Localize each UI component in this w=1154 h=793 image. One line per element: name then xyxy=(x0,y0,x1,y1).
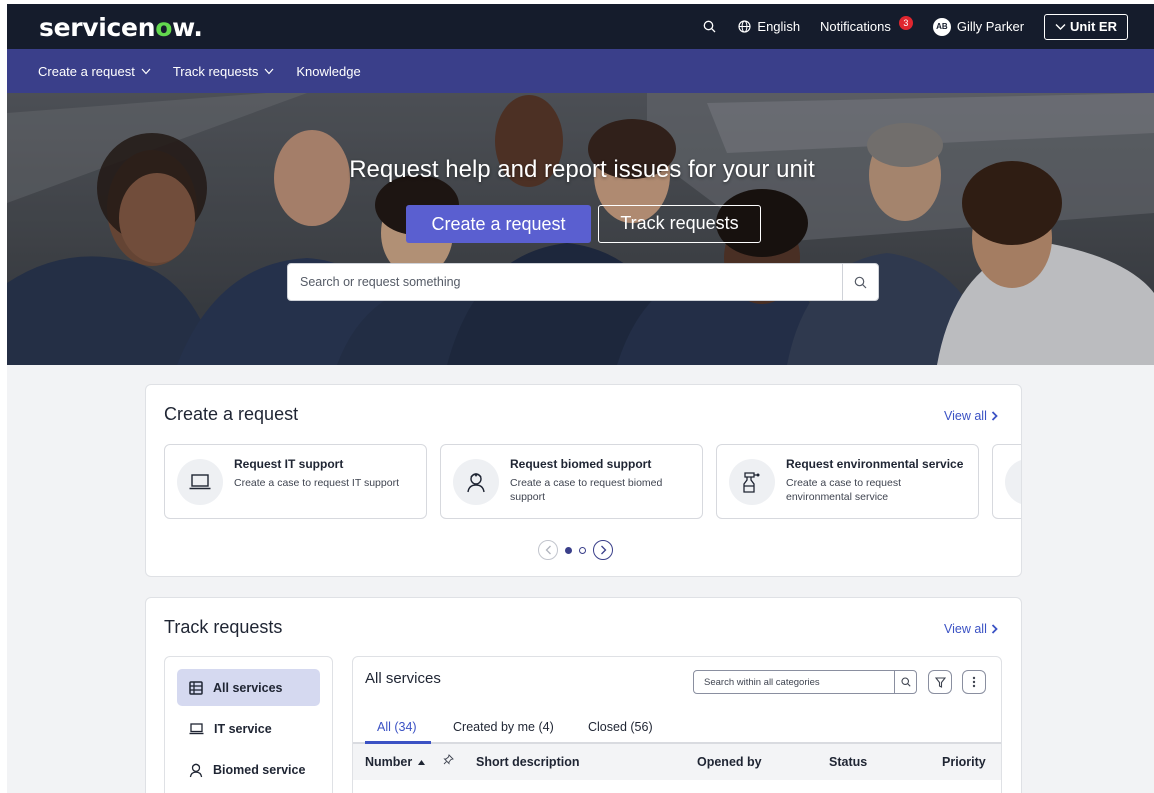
track-view-all-link[interactable]: View all xyxy=(944,622,998,636)
filter-icon xyxy=(934,676,946,688)
laptop-icon xyxy=(189,722,204,734)
list-icon xyxy=(189,680,203,695)
language-label: English xyxy=(757,19,801,34)
carousel-dot-active[interactable] xyxy=(565,546,572,554)
carousel-dot[interactable] xyxy=(579,546,586,554)
notifications-label: Notifications xyxy=(820,19,891,34)
pin-icon xyxy=(443,754,454,765)
side-item-label: Biomed service xyxy=(213,762,306,777)
nav-item-label: Track requests xyxy=(172,63,259,79)
search-icon xyxy=(704,20,716,33)
view-all-label: View all xyxy=(944,622,987,636)
carousel-controls xyxy=(538,540,613,560)
request-tabs: All (34) Created by me (4) Closed (56) xyxy=(353,715,1001,744)
main-nav: Create a request Track requests Knowledg… xyxy=(7,49,1154,93)
side-item-biomed-service[interactable]: Biomed service xyxy=(177,751,320,788)
hero-track-requests-button[interactable]: Track requests xyxy=(598,205,761,243)
hero-banner: Request help and report issues for your … xyxy=(7,93,1154,365)
nav-track-requests[interactable]: Track requests xyxy=(173,64,275,79)
pin-column-button[interactable] xyxy=(443,754,454,768)
tab-all[interactable]: All (34) xyxy=(377,720,417,734)
notifications-badge: 3 xyxy=(898,15,913,30)
column-label: Number xyxy=(365,755,413,769)
column-number[interactable]: Number xyxy=(365,755,426,769)
request-tile-biomed-support[interactable]: Request biomed support Create a case to … xyxy=(440,444,703,519)
chevron-down-icon xyxy=(141,68,151,74)
column-priority[interactable]: Priority xyxy=(942,755,986,769)
hero-create-request-button[interactable]: Create a request xyxy=(406,205,591,243)
category-search-button[interactable] xyxy=(894,671,916,693)
track-requests-card: Track requests View all All services IT … xyxy=(145,597,1022,793)
carousel-prev-button[interactable] xyxy=(538,540,558,560)
side-item-label: All services xyxy=(213,680,283,695)
spray-bottle-icon xyxy=(729,459,775,505)
avatar: AB xyxy=(932,17,951,36)
servicenow-logo[interactable]: servicenow. xyxy=(39,13,203,42)
request-tile-partial[interactable] xyxy=(992,444,1021,519)
hero-search-input[interactable] xyxy=(288,264,842,300)
header-search-button[interactable] xyxy=(703,20,716,33)
nav-item-label: Create a request xyxy=(38,63,135,79)
create-view-all-link[interactable]: View all xyxy=(944,409,998,423)
sort-ascending-icon xyxy=(418,759,426,765)
more-options-button[interactable] xyxy=(962,670,986,694)
language-selector[interactable]: English xyxy=(738,19,800,34)
search-icon xyxy=(854,276,867,288)
panel-title: All services xyxy=(365,670,441,687)
form-icon xyxy=(1005,459,1021,505)
track-requests-title: Track requests xyxy=(164,617,283,637)
more-vertical-icon xyxy=(972,676,976,688)
filter-button[interactable] xyxy=(928,670,952,694)
view-all-label: View all xyxy=(944,409,987,423)
column-short-description[interactable]: Short description xyxy=(476,755,579,769)
category-search-input[interactable] xyxy=(694,671,894,693)
side-item-all-services[interactable]: All services xyxy=(177,669,320,706)
unit-label: Unit ER xyxy=(1070,19,1117,34)
user-menu[interactable]: AB Gilly Parker xyxy=(932,17,1025,36)
request-tile-name: Request environmental service xyxy=(786,457,964,471)
unit-selector-button[interactable]: Unit ER xyxy=(1044,13,1128,40)
request-tile-environmental-service[interactable]: Request environmental service Create a c… xyxy=(716,444,979,519)
requests-panel: All services All (34) Created by me (4) … xyxy=(352,656,1002,793)
column-opened-by[interactable]: Opened by xyxy=(697,755,762,769)
chevron-down-icon xyxy=(264,68,274,74)
carousel-next-button[interactable] xyxy=(593,540,613,560)
side-item-it-service[interactable]: IT service xyxy=(177,710,320,747)
top-header: servicenow. English Notifications 3 AB Gi… xyxy=(7,4,1154,49)
category-search-bar xyxy=(693,670,917,694)
chevron-right-icon xyxy=(991,411,998,421)
nav-knowledge[interactable]: Knowledge xyxy=(296,64,360,79)
app-frame: servicenow. English Notifications 3 AB Gi… xyxy=(7,4,1154,793)
chevron-down-icon xyxy=(1055,23,1066,30)
column-status[interactable]: Status xyxy=(829,755,867,769)
hero-search-bar xyxy=(287,263,879,301)
tab-closed[interactable]: Closed (56) xyxy=(588,720,653,734)
search-icon xyxy=(900,677,911,687)
request-tile-desc: Create a case to request biomed support xyxy=(510,477,663,503)
nav-item-label: Knowledge xyxy=(296,63,361,79)
laptop-icon xyxy=(177,459,223,505)
nav-create-request[interactable]: Create a request xyxy=(38,64,151,79)
create-request-title: Create a request xyxy=(164,404,299,424)
request-tile-name: Request biomed support xyxy=(510,457,652,471)
medical-worker-icon xyxy=(189,763,203,777)
medical-worker-icon xyxy=(453,459,499,505)
side-item-label: IT service xyxy=(214,721,272,736)
request-tile-name: Request IT support xyxy=(234,457,344,471)
create-request-card: Create a request View all Request IT sup… xyxy=(145,384,1022,577)
chevron-left-icon xyxy=(545,545,551,555)
request-tile-desc: Create a case to request IT support xyxy=(234,477,399,489)
table-header: Number Short description Opened by Statu… xyxy=(353,744,1001,780)
chevron-right-icon xyxy=(991,624,998,634)
notifications-button[interactable]: Notifications 3 xyxy=(820,15,913,34)
user-name: Gilly Parker xyxy=(956,19,1025,34)
chevron-right-icon xyxy=(600,545,606,555)
globe-icon xyxy=(738,20,752,33)
hero-title: Request help and report issues for your … xyxy=(349,156,815,183)
request-tile-it-support[interactable]: Request IT support Create a case to requ… xyxy=(164,444,427,519)
request-tile-desc: Create a case to request environmental s… xyxy=(786,477,901,503)
service-category-menu: All services IT service Biomed service xyxy=(164,656,333,793)
tab-created-by-me[interactable]: Created by me (4) xyxy=(453,720,554,734)
hero-search-button[interactable] xyxy=(842,264,878,300)
